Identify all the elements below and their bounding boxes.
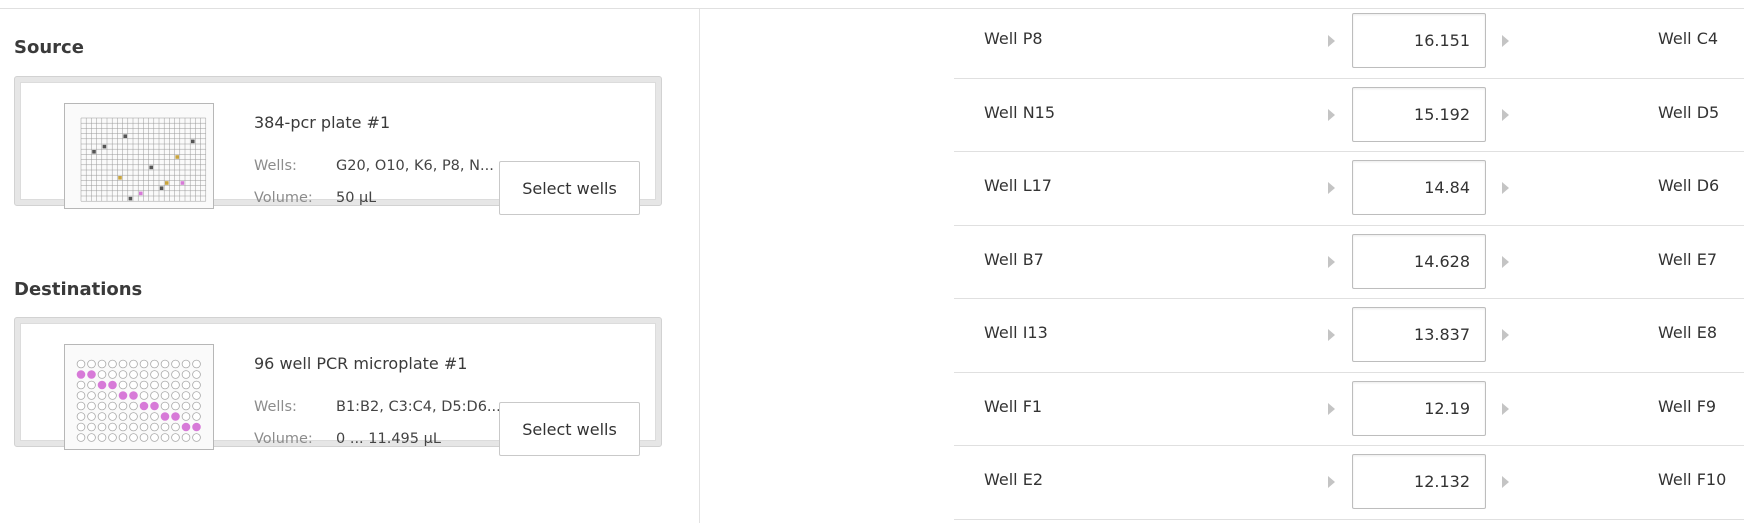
plates-panel: Source 384-pcr plate #1 Wells: G20, O10,…: [0, 9, 700, 523]
transfer-destination-well: Well D6: [1658, 176, 1720, 195]
transfer-destination-well: Well E7: [1658, 249, 1717, 269]
destination-wells-label: Wells:: [254, 399, 297, 415]
source-volume-label: Volume:: [254, 190, 313, 206]
destinations-section-title: Destinations: [14, 279, 143, 300]
transfer-volume-input[interactable]: 16.151: [1352, 13, 1486, 68]
arrow-right-icon: [1502, 35, 1509, 47]
destination-volume-label: Volume:: [254, 431, 313, 447]
transfer-destination-well: Well D5: [1658, 102, 1720, 122]
transfer-row: Well E2 12.132 Well F10: [954, 446, 1744, 520]
source-select-wells-button[interactable]: Select wells: [499, 161, 640, 215]
arrow-right-icon: [1502, 476, 1509, 488]
destination-plate-card: 96 well PCR microplate #1 Wells: B1:B2, …: [14, 317, 662, 456]
transfer-row: Well N15 15.192 Well D5: [954, 79, 1744, 152]
transfer-volume-input[interactable]: 13.837: [1352, 307, 1486, 362]
transfer-source-well: Well E2: [984, 470, 1043, 489]
arrow-right-icon: [1328, 35, 1335, 47]
source-plate-card: 384-pcr plate #1 Wells: G20, O10, K6, P8…: [14, 76, 662, 215]
arrow-right-icon: [1502, 329, 1509, 341]
arrow-right-icon: [1328, 329, 1335, 341]
transfer-source-well: Well P8: [984, 29, 1043, 48]
transfer-list: Well P8 16.151 Well C4 Well N15 15.192 W…: [954, 5, 1744, 520]
transfer-row: Well B7 14.628 Well E7: [954, 226, 1744, 299]
transfer-volume-input[interactable]: 12.132: [1352, 454, 1486, 509]
transfer-destination-well: Well C4: [1658, 29, 1719, 48]
arrow-right-icon: [1502, 402, 1509, 415]
transfer-source-well: Well N15: [984, 102, 1056, 122]
transfer-row: Well L17 14.84 Well D6: [954, 152, 1744, 226]
source-plate-name: 384-pcr plate #1: [254, 113, 391, 132]
arrow-right-icon: [1328, 476, 1335, 488]
arrow-right-icon: [1328, 182, 1335, 194]
arrow-right-icon: [1328, 402, 1335, 415]
plate-96-thumbnail-icon: [64, 344, 214, 450]
arrow-right-icon: [1502, 182, 1509, 194]
arrow-right-icon: [1328, 108, 1335, 121]
source-wells-value: G20, O10, K6, P8, N...: [336, 158, 494, 174]
source-wells-label: Wells:: [254, 158, 297, 174]
destination-volume-value: 0 ... 11.495 µL: [336, 431, 441, 447]
arrow-right-icon: [1502, 255, 1509, 268]
source-section-title: Source: [14, 37, 84, 58]
transfer-volume-input[interactable]: 12.19: [1352, 380, 1486, 436]
arrow-right-icon: [1328, 255, 1335, 268]
transfer-source-well: Well I13: [984, 323, 1048, 342]
transfer-volume-input[interactable]: 14.84: [1352, 160, 1486, 215]
plate-384-thumbnail-icon: [64, 103, 214, 209]
transfer-source-well: Well L17: [984, 176, 1052, 195]
arrow-right-icon: [1502, 108, 1509, 121]
transfer-destination-well: Well F9: [1658, 396, 1717, 416]
transfer-row: Well P8 16.151 Well C4: [954, 5, 1744, 79]
transfer-destination-well: Well E8: [1658, 323, 1717, 342]
transfer-source-well: Well F1: [984, 396, 1043, 416]
destination-plate-name: 96 well PCR microplate #1: [254, 354, 468, 373]
transfer-volume-input[interactable]: 15.192: [1352, 86, 1486, 142]
source-volume-value: 50 µL: [336, 190, 377, 206]
transfer-volume-input[interactable]: 14.628: [1352, 233, 1486, 289]
transfer-source-well: Well B7: [984, 249, 1044, 269]
transfer-destination-well: Well F10: [1658, 470, 1727, 489]
transfer-row: Well F1 12.19 Well F9: [954, 373, 1744, 446]
transfer-row: Well I13 13.837 Well E8: [954, 299, 1744, 373]
destination-select-wells-button[interactable]: Select wells: [499, 402, 640, 456]
destination-wells-value: B1:B2, C3:C4, D5:D6...: [336, 399, 501, 415]
